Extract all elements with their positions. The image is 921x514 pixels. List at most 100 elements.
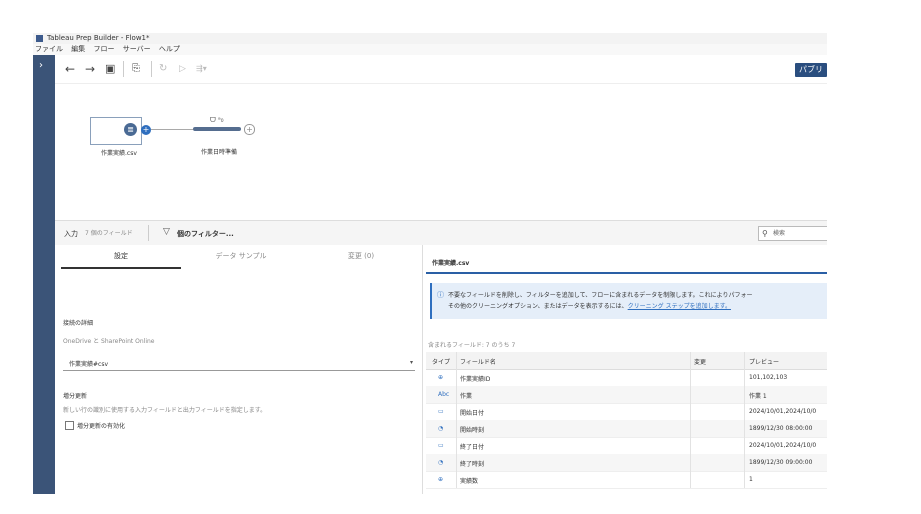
field-preview: 2024/10/01,2024/10/0 (749, 408, 817, 415)
toolbar-separator (151, 61, 152, 77)
field-preview: 1 (749, 476, 753, 483)
clean-step-label: 作業日時準備 (201, 149, 238, 156)
run-icon[interactable]: ▷ (179, 62, 186, 76)
header-field-name[interactable]: フィールド名 (460, 357, 496, 366)
side-panel: › (33, 55, 55, 494)
table-row[interactable]: ◔ 終了時刻 1899/12/30 09:00:00 (426, 454, 827, 472)
search-placeholder: 検索 (773, 230, 786, 237)
info-icon: ⓘ (437, 291, 444, 299)
tab-changes[interactable]: 変更 (0) (301, 245, 421, 267)
info-text-2-body: その他のクリーニングオプション、またはデータを表示するには、 (448, 303, 628, 310)
tab-data-sample[interactable]: データ サンプル (181, 245, 301, 267)
incremental-checkbox-label: 増分更新の有効化 (77, 423, 126, 430)
add-step-plus-icon[interactable]: + (141, 125, 151, 135)
type-datetime-icon: ◔ (438, 425, 444, 432)
forward-arrow-icon[interactable]: → (85, 62, 95, 76)
title-bar: Tableau Prep Builder - Flow1* (33, 33, 827, 44)
title-underline (426, 272, 827, 274)
menu-file[interactable]: ファイル (35, 44, 63, 55)
table-row[interactable]: ▭ 終了日付 2024/10/01,2024/10/0 (426, 437, 827, 455)
save-icon[interactable]: ▣ (105, 62, 115, 76)
field-name: 終了日付 (460, 444, 485, 451)
clean-step-icon: ᗜ ᵃ₀ (210, 116, 224, 124)
field-name: 開始時刻 (460, 427, 485, 434)
filter-icon[interactable]: ▽ (163, 227, 170, 237)
type-date-icon: ▭ (438, 408, 444, 415)
menu-server[interactable]: サーバー (123, 44, 151, 55)
search-icon: ⚲ (762, 229, 768, 238)
input-node[interactable]: ≣ (90, 117, 142, 145)
field-count: 7 個のフィールド (85, 230, 133, 237)
run-options-icon[interactable]: ⇶▾ (196, 62, 207, 76)
toolbar: ← → ▣ ⎘ ↻ ▷ ⇶▾ パブリ (55, 55, 827, 84)
field-preview: 作業 1 (749, 393, 767, 400)
header-changes[interactable]: 変更 (694, 357, 706, 366)
field-name: 作業 (460, 393, 473, 400)
add-step-plus-icon[interactable]: + (244, 124, 255, 135)
field-name: 開始日付 (460, 410, 485, 417)
table-row[interactable]: ◔ 開始時刻 1899/12/30 08:00:00 (426, 420, 827, 438)
field-name: 終了時刻 (460, 461, 485, 468)
column-divider (690, 352, 691, 488)
header-preview[interactable]: プレビュー (749, 357, 779, 366)
refresh-icon[interactable]: ↻ (159, 62, 167, 76)
table-header: タイプ フィールド名 変更 プレビュー (426, 352, 827, 370)
settings-panel: 設定 データ サンプル 変更 (0) 接続の詳細 OneDrive と Shar… (55, 245, 423, 494)
add-cleaning-step-link[interactable]: クリーニング ステップを追加します。 (628, 303, 731, 310)
settings-tabs: 設定 データ サンプル 変更 (0) (55, 245, 422, 269)
database-icon: ≣ (124, 123, 137, 136)
menu-flow[interactable]: フロー (93, 44, 114, 55)
file-select-value: 作業実績#csv (69, 361, 109, 368)
menu-help[interactable]: ヘルプ (159, 44, 180, 55)
included-fields: 含まれるフィールド: 7 のうち 7 (428, 342, 516, 349)
file-select[interactable]: 作業実績#csv ▾ (63, 356, 415, 371)
toolbar-separator (123, 61, 124, 77)
header-type[interactable]: タイプ (432, 357, 450, 366)
type-string-icon: Abc (438, 391, 450, 398)
table-row[interactable]: ⊕ 作業実績ID 101,102,103 (426, 369, 827, 387)
table-row[interactable]: ⊕ 実績数 1 (426, 471, 827, 489)
field-preview: 101,102,103 (749, 374, 788, 381)
data-source-icon[interactable]: ⎘ (132, 62, 140, 76)
app-icon (36, 35, 43, 42)
type-datetime-icon: ◔ (438, 459, 444, 466)
file-title: 作業実績.csv (432, 260, 470, 267)
menu-edit[interactable]: 編集 (71, 44, 85, 55)
type-number-icon: ⊕ (438, 374, 444, 381)
type-number-icon: ⊕ (438, 476, 444, 483)
publish-button[interactable]: パブリ (795, 63, 827, 77)
table-row[interactable]: Abc 作業 作業 1 (426, 386, 827, 404)
incremental-checkbox[interactable] (65, 421, 74, 430)
flow-canvas: ≣ + ᗜ ᵃ₀ + 作業実績.csv 作業日時準備 (55, 84, 827, 220)
menu-bar: ファイル 編集 フロー サーバー ヘルプ (33, 44, 827, 55)
field-name: 作業実績ID (460, 376, 491, 383)
chevron-down-icon: ▾ (409, 359, 413, 366)
incremental-title: 増分更新 (63, 393, 88, 400)
search-input[interactable]: ⚲ 検索 (758, 226, 827, 241)
column-divider (744, 352, 745, 488)
column-divider (456, 352, 457, 488)
fields-panel: 作業実績.csv ⓘ 不要なフィールドを削除し、フィルターを追加して、フローに含… (426, 251, 827, 494)
back-arrow-icon[interactable]: ← (65, 62, 75, 76)
info-text-2: その他のクリーニングオプション、またはデータを表示するには、クリーニング ステッ… (448, 301, 731, 310)
clean-step-node[interactable] (193, 127, 241, 131)
type-date-icon: ▭ (438, 442, 444, 449)
flow-connector (151, 129, 193, 130)
field-preview: 2024/10/01,2024/10/0 (749, 442, 817, 449)
input-node-label: 作業実績.csv (101, 150, 137, 157)
window-title: Tableau Prep Builder - Flow1* (47, 34, 150, 42)
connection-source: OneDrive と SharePoint Online (63, 338, 155, 345)
table-row[interactable]: ▭ 開始日付 2024/10/01,2024/10/0 (426, 403, 827, 421)
filter-count[interactable]: 個のフィルター... (177, 229, 234, 239)
field-preview: 1899/12/30 08:00:00 (749, 425, 813, 432)
connection-title: 接続の詳細 (63, 320, 94, 327)
input-title: 入力 (64, 230, 78, 238)
field-name: 実績数 (460, 478, 479, 485)
chevron-right-icon[interactable]: › (39, 61, 43, 71)
field-preview: 1899/12/30 09:00:00 (749, 459, 813, 466)
header-separator (148, 225, 149, 241)
input-header-bar: 入力 7 個のフィールド ▽ 個のフィルター... ⚲ 検索 (55, 221, 827, 245)
app-window: Tableau Prep Builder - Flow1* ファイル 編集 フロ… (33, 33, 827, 494)
info-banner: ⓘ 不要なフィールドを削除し、フィルターを追加して、フローに含まれるデータを制限… (430, 283, 827, 319)
tab-settings[interactable]: 設定 (61, 245, 181, 269)
